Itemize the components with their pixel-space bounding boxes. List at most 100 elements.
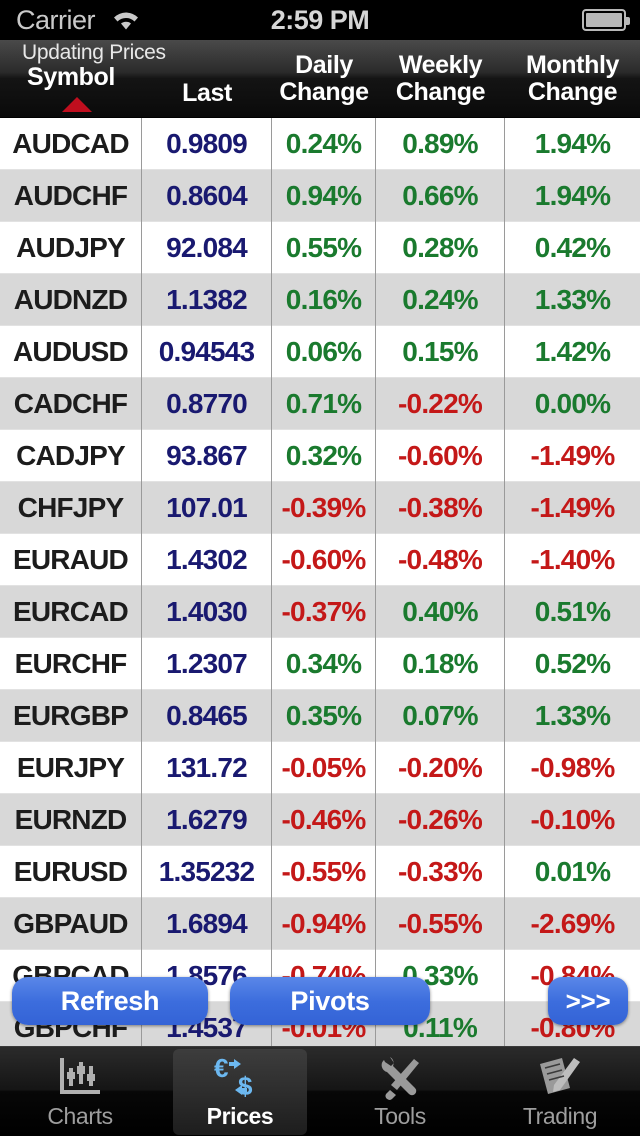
cell-last: 1.1382 [142,274,272,326]
table-row[interactable]: CADCHF0.87700.71%-0.22%0.00% [0,378,640,430]
cell-weekly: 0.40% [376,586,505,638]
cell-last: 107.01 [142,482,272,534]
cell-weekly: 0.66% [376,170,505,222]
tab-tools[interactable]: Tools [320,1047,480,1136]
tab-charts[interactable]: Charts [0,1047,160,1136]
table-row[interactable]: CHFJPY107.01-0.39%-0.38%-1.49% [0,482,640,534]
monthly-line2: Change [505,79,640,106]
cell-weekly: 0.18% [376,638,505,690]
svg-text:$: $ [238,1071,253,1101]
column-header-weekly-change[interactable]: Weekly Change [376,52,505,106]
cell-last: 0.9809 [142,118,272,170]
cell-last: 0.94543 [142,326,272,378]
cell-weekly: 0.15% [376,326,505,378]
document-pencil-icon [534,1053,586,1103]
daily-line2: Change [272,79,376,106]
cell-daily: -0.46% [272,794,376,846]
table-row[interactable]: AUDCHF0.86040.94%0.66%1.94% [0,170,640,222]
table-row[interactable]: EURNZD1.6279-0.46%-0.26%-0.10% [0,794,640,846]
cell-daily: 0.16% [272,274,376,326]
cell-symbol: AUDJPY [0,222,142,274]
cell-weekly: 0.28% [376,222,505,274]
cell-weekly: -0.48% [376,534,505,586]
cell-monthly: -0.98% [505,742,640,794]
table-row[interactable]: AUDNZD1.13820.16%0.24%1.33% [0,274,640,326]
tab-prices[interactable]: €$Prices [160,1047,320,1136]
cell-symbol: EURCAD [0,586,142,638]
table-row[interactable]: CADJPY93.8670.32%-0.60%-1.49% [0,430,640,482]
tab-trading[interactable]: Trading [480,1047,640,1136]
cell-daily: 0.55% [272,222,376,274]
cell-weekly: -0.55% [376,898,505,950]
cell-monthly: 1.42% [505,326,640,378]
table-row[interactable]: EURJPY131.72-0.05%-0.20%-0.98% [0,742,640,794]
cell-daily: -0.94% [272,898,376,950]
daily-line1: Daily [272,52,376,79]
column-header-last[interactable]: Last [142,80,272,107]
cell-weekly: 0.24% [376,274,505,326]
clock: 2:59 PM [0,5,640,36]
tab-label: Prices [207,1103,274,1130]
refresh-button[interactable]: Refresh [12,977,208,1025]
cell-last: 0.8465 [142,690,272,742]
cell-symbol: CADJPY [0,430,142,482]
cell-monthly: 0.42% [505,222,640,274]
tab-bar: Charts€$PricesToolsTrading [0,1046,640,1136]
cell-symbol: EURUSD [0,846,142,898]
cell-last: 1.4030 [142,586,272,638]
cell-daily: 0.71% [272,378,376,430]
cell-monthly: 0.00% [505,378,640,430]
weekly-line1: Weekly [376,52,505,79]
cell-monthly: -0.10% [505,794,640,846]
column-header-monthly-change[interactable]: Monthly Change [505,52,640,106]
cell-symbol: AUDUSD [0,326,142,378]
column-header-daily-change[interactable]: Daily Change [272,52,376,106]
cell-daily: 0.94% [272,170,376,222]
cell-weekly: -0.20% [376,742,505,794]
battery-icon [582,9,626,31]
pivots-button[interactable]: Pivots [230,977,430,1025]
cell-symbol: EURAUD [0,534,142,586]
cell-last: 1.4302 [142,534,272,586]
cell-daily: -0.39% [272,482,376,534]
table-row[interactable]: EURGBP0.84650.35%0.07%1.33% [0,690,640,742]
monthly-line1: Monthly [505,52,640,79]
next-page-button[interactable]: >>> [548,977,628,1025]
cell-daily: 0.24% [272,118,376,170]
cell-last: 0.8604 [142,170,272,222]
cell-symbol: AUDCHF [0,170,142,222]
cell-symbol: EURNZD [0,794,142,846]
table-row[interactable]: AUDJPY92.0840.55%0.28%0.42% [0,222,640,274]
cell-symbol: GBPAUD [0,898,142,950]
chart-icon [54,1053,106,1103]
table-row[interactable]: EURCHF1.23070.34%0.18%0.52% [0,638,640,690]
app-root: Carrier 2:59 PM Updating Prices Symbol L… [0,0,640,1136]
cell-daily: -0.55% [272,846,376,898]
cell-last: 0.8770 [142,378,272,430]
column-header-symbol[interactable]: Symbol [0,64,142,91]
cell-last: 93.867 [142,430,272,482]
cell-monthly: 1.33% [505,690,640,742]
table-header: Updating Prices Symbol Last Daily Change… [0,40,640,118]
cell-daily: 0.35% [272,690,376,742]
table-row[interactable]: GBPAUD1.6894-0.94%-0.55%-2.69% [0,898,640,950]
table-row[interactable]: EURUSD1.35232-0.55%-0.33%0.01% [0,846,640,898]
sort-ascending-icon[interactable] [62,97,92,112]
cell-symbol: EURGBP [0,690,142,742]
cell-last: 131.72 [142,742,272,794]
table-row[interactable]: EURCAD1.4030-0.37%0.40%0.51% [0,586,640,638]
cell-weekly: -0.33% [376,846,505,898]
cell-daily: 0.06% [272,326,376,378]
cell-symbol: AUDCAD [0,118,142,170]
cell-monthly: -2.69% [505,898,640,950]
table-row[interactable]: AUDUSD0.945430.06%0.15%1.42% [0,326,640,378]
price-table[interactable]: AUDCAD0.98090.24%0.89%1.94%AUDCHF0.86040… [0,118,640,1046]
cell-weekly: -0.22% [376,378,505,430]
currency-exchange-icon: €$ [212,1053,268,1103]
cell-monthly: -1.49% [505,482,640,534]
table-row[interactable]: AUDCAD0.98090.24%0.89%1.94% [0,118,640,170]
cell-last: 1.6894 [142,898,272,950]
table-row[interactable]: EURAUD1.4302-0.60%-0.48%-1.40% [0,534,640,586]
cell-symbol: CADCHF [0,378,142,430]
cell-weekly: 0.07% [376,690,505,742]
